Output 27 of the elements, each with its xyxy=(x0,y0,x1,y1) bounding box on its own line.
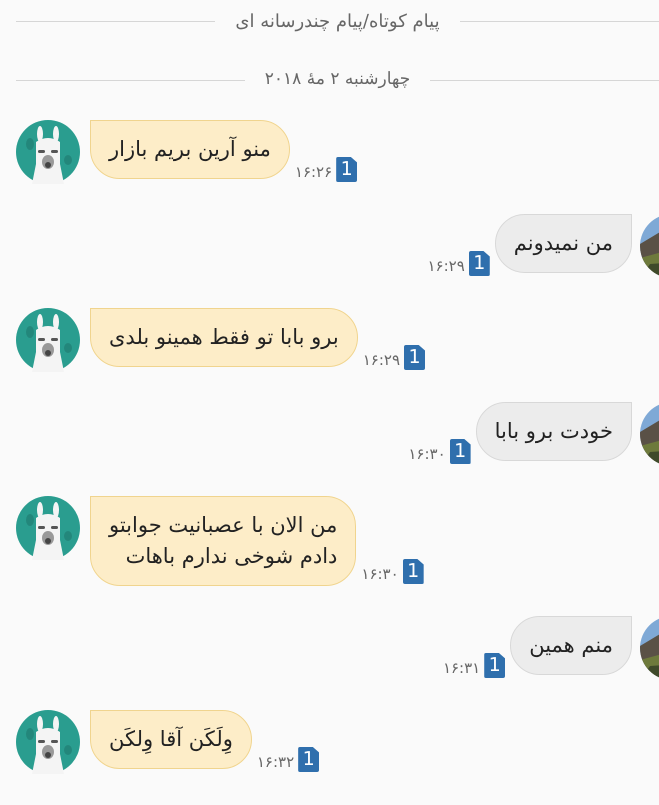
llama-avatar xyxy=(16,308,80,372)
message-bubble: منم همین xyxy=(510,616,632,675)
sim-badge: 1 xyxy=(336,157,358,182)
message-bubble: برو بابا تو فقط همینو بلدی xyxy=(90,308,358,367)
message-bubble: من الان با عصبانیت جوابتو دادم شوخی ندارم باهات xyxy=(90,496,356,586)
message-time: ۱۶:۳۱ xyxy=(442,661,480,676)
section-title: پیام کوتاه/پیام چندرسانه ای xyxy=(235,10,440,34)
sim-badge: 1 xyxy=(298,747,320,772)
message-time: ۱۶:۲۹ xyxy=(362,353,400,368)
llama-avatar xyxy=(16,710,80,774)
message-time: ۱۶:۲۹ xyxy=(428,259,465,274)
message-bubble: منو آرین بریم بازار xyxy=(90,120,290,179)
llama-avatar xyxy=(16,120,80,184)
message-time: ۱۶:۳۲ xyxy=(256,755,294,770)
message-time: ۱۶:۳۰ xyxy=(361,567,399,582)
sim-badge: 1 xyxy=(402,559,424,584)
llama-avatar xyxy=(16,496,80,560)
message-bubble: خودت برو بابا xyxy=(476,402,632,461)
sim-badge: 1 xyxy=(468,251,490,276)
sim-badge: 1 xyxy=(484,653,506,678)
message-time: ۱۶:۳۰ xyxy=(408,447,446,462)
date-divider: چهارشنبه ۲ مهٔ ۲۰۱۸ xyxy=(264,68,410,92)
sim-badge: 1 xyxy=(450,439,471,464)
message-bubble: من نمیدونم xyxy=(494,214,632,273)
sim-badge: 1 xyxy=(404,345,425,370)
message-time: ۱۶:۲۶ xyxy=(294,165,332,180)
message-bubble: وِلَکَن آقا وِلکَن xyxy=(90,710,252,769)
